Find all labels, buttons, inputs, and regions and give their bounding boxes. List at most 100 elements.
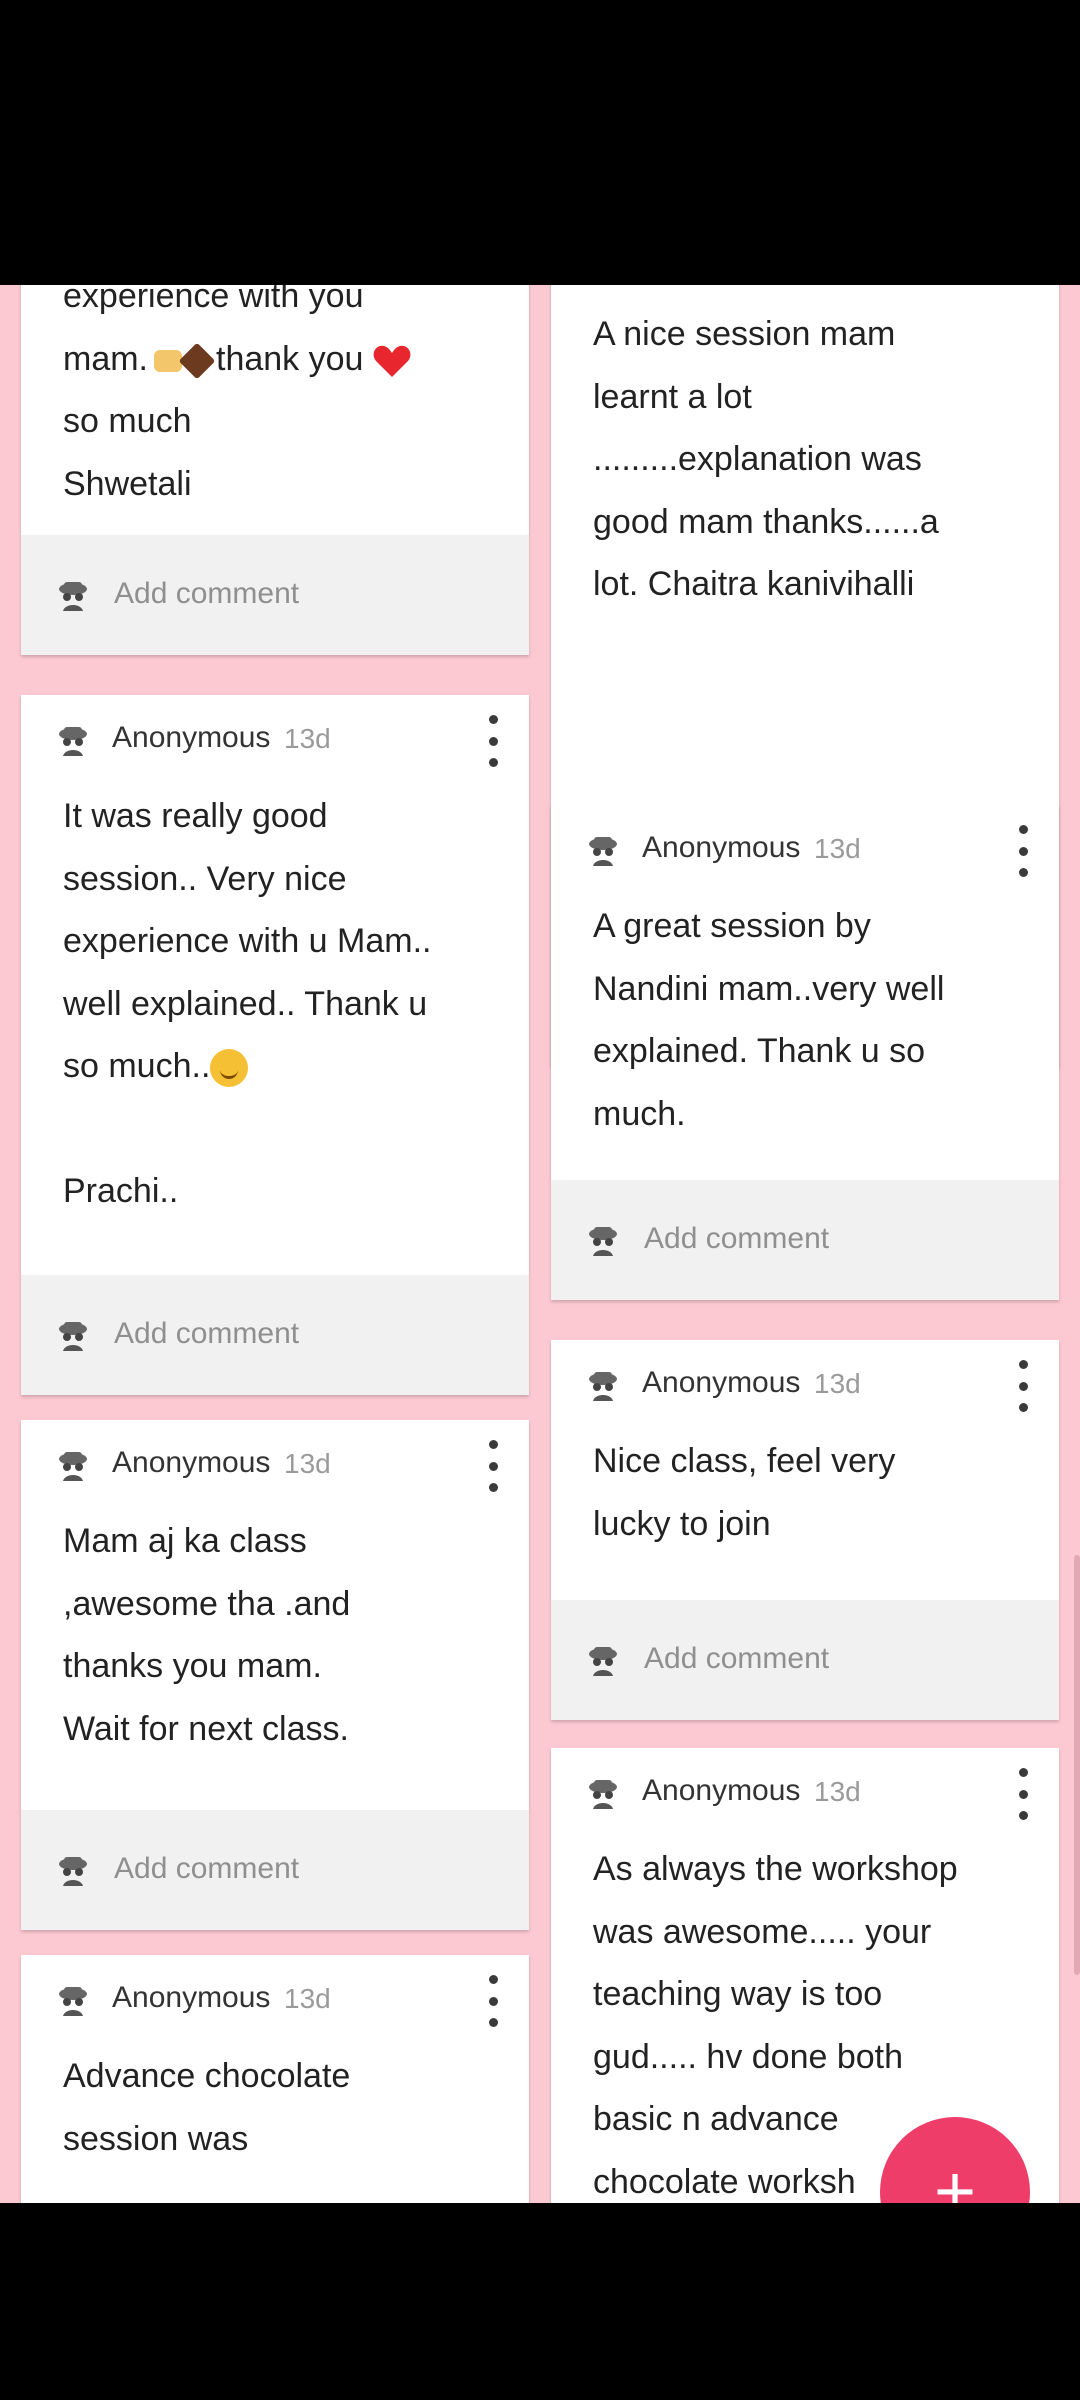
post-body: Mam aj ka class ,awesome tha .and thanks y… [21,1510,529,1760]
add-comment-label: Add comment [114,577,300,610]
post-line: lucky to join [593,1504,771,1543]
post-line: thank you [216,339,364,378]
add-comment-bar[interactable]: Add comment [21,1810,529,1930]
post-header: Anonymous 13d [551,805,1059,895]
incognito-avatar-icon [589,837,617,866]
post-line: much. [593,1094,686,1133]
incognito-avatar-icon [59,727,87,756]
post-line-with-emoji: mam. thank you [63,328,487,391]
post-line: As always the workshop [593,1850,958,1888]
incognito-avatar-icon [589,1372,617,1401]
post-line: Shwetali [63,464,192,503]
post-line: explained. Thank u so [593,1032,926,1070]
post-line-with-emoji: so much.. [63,1035,487,1098]
post-line [63,1098,487,1160]
post-line: lot. Chaitra kanivihalli [593,565,915,603]
post-line: Advance chocolate [63,2057,351,2095]
add-comment-bar[interactable]: Add comment [21,1275,529,1395]
post-line: so much [63,402,192,440]
post-body: It was really good session.. Very nice exp… [21,785,529,1222]
more-vert-icon[interactable] [1003,1360,1043,1412]
incognito-avatar-icon [589,1227,617,1256]
post-line: experience with u Mam.. [63,922,432,960]
post-card: Anonymous 13d It was really good session.… [21,695,529,1395]
plus-icon: + [933,2152,977,2203]
add-comment-label: Add comment [114,1852,300,1885]
post-body: Nice class, feel very lucky to join [551,1430,1059,1555]
more-vert-icon[interactable] [473,1975,513,2027]
more-vert-icon[interactable] [1003,825,1043,877]
add-comment-bar[interactable]: Add comment [551,1600,1059,1720]
post-header: Anonymous 13d [21,1420,529,1510]
post-author: Anonymous [642,831,801,864]
post-card: Anonymous 13d Advance chocolate session w… [21,1955,529,2203]
post-card: Anonymous 13d A great session by Nandini … [551,805,1059,1300]
post-line: A great session by [593,907,871,945]
more-vert-icon[interactable] [473,715,513,767]
post-time: 13d [284,1448,331,1479]
post-body: A great session by Nandini mam..very well… [551,895,1059,1145]
post-line: teaching way is too [593,1975,883,2013]
post-time: 13d [284,723,331,754]
post-header: Anonymous 13d [551,1748,1059,1838]
post-line: Mam aj ka class [63,1522,307,1560]
more-vert-icon[interactable] [1003,1768,1043,1820]
post-line: well explained.. Thank u [63,984,428,1023]
post-line: ,awesome tha .and [63,1584,351,1623]
post-line: Wait for next class. [63,1709,349,1748]
post-card: Anonymous 13d Nice class, feel very lucky… [551,1340,1059,1720]
post-author: Anonymous [112,1446,271,1479]
post-body: experience with you mam. thank you so much… [21,285,529,515]
navigation-bar-area [0,2203,1080,2400]
smile-emoji-icon [210,1049,249,1088]
post-time: 13d [814,833,861,864]
post-line: gud..... hv done both [593,2037,904,2076]
post-header: Anonymous 13d [551,1340,1059,1430]
post-line: learnt a lot [593,377,752,416]
post-author: Anonymous [642,1366,801,1399]
incognito-avatar-icon [59,1452,87,1481]
post-time: 13d [284,1983,331,2014]
post-header: Anonymous 13d [21,695,529,785]
add-comment-bar[interactable]: Add comment [21,535,529,655]
post-line: Nandini mam..very well [593,969,945,1008]
post-author: Anonymous [112,721,271,754]
incognito-avatar-icon [59,1987,87,2016]
padlet-board[interactable]: experience with you mam. thank you so much… [0,285,1080,2203]
post-line: was awesome..... your [593,1912,932,1951]
post-line: thanks you mam. [63,1647,322,1685]
add-comment-label: Add comment [114,1317,300,1350]
status-bar-area [0,0,1080,285]
post-card: Anonymous 13d Mam aj ka class ,awesome th… [21,1420,529,1930]
post-author: Anonymous [112,1981,271,2014]
incognito-avatar-icon [589,1647,617,1676]
post-line: experience with you [63,285,364,315]
chocolate-emoji-icon [178,342,216,379]
scrollbar-thumb[interactable] [1074,1555,1080,1975]
add-comment-label: Add comment [644,1222,830,1255]
post-line: session was [63,2119,249,2158]
heart-emoji-icon [373,345,411,377]
post-line: .........explanation was [593,440,922,478]
post-line: Prachi.. [63,1171,179,1210]
more-vert-icon[interactable] [473,1440,513,1492]
post-time: 13d [814,1368,861,1399]
incognito-avatar-icon [59,1322,87,1351]
hands-emoji-icon [154,349,182,372]
post-card: experience with you mam. thank you so much… [21,285,529,655]
post-author: Anonymous [642,1774,801,1807]
post-line: Nice class, feel very [593,1442,896,1480]
post-line: session.. Very nice [63,859,347,898]
incognito-avatar-icon [59,582,87,611]
add-comment-label: Add comment [644,1642,830,1675]
add-comment-bar[interactable]: Add comment [551,1180,1059,1300]
post-body: Advance chocolate session was [21,2045,529,2170]
post-header: Anonymous 13d [21,1955,529,2045]
post-line: A nice session mam [593,315,896,353]
post-time: 13d [814,1776,861,1807]
post-line: mam. [63,339,148,378]
incognito-avatar-icon [589,1780,617,1809]
post-body: A nice session mam learnt a lot .........e… [551,285,1059,616]
incognito-avatar-icon [59,1857,87,1886]
post-line: so much.. [63,1047,211,1085]
